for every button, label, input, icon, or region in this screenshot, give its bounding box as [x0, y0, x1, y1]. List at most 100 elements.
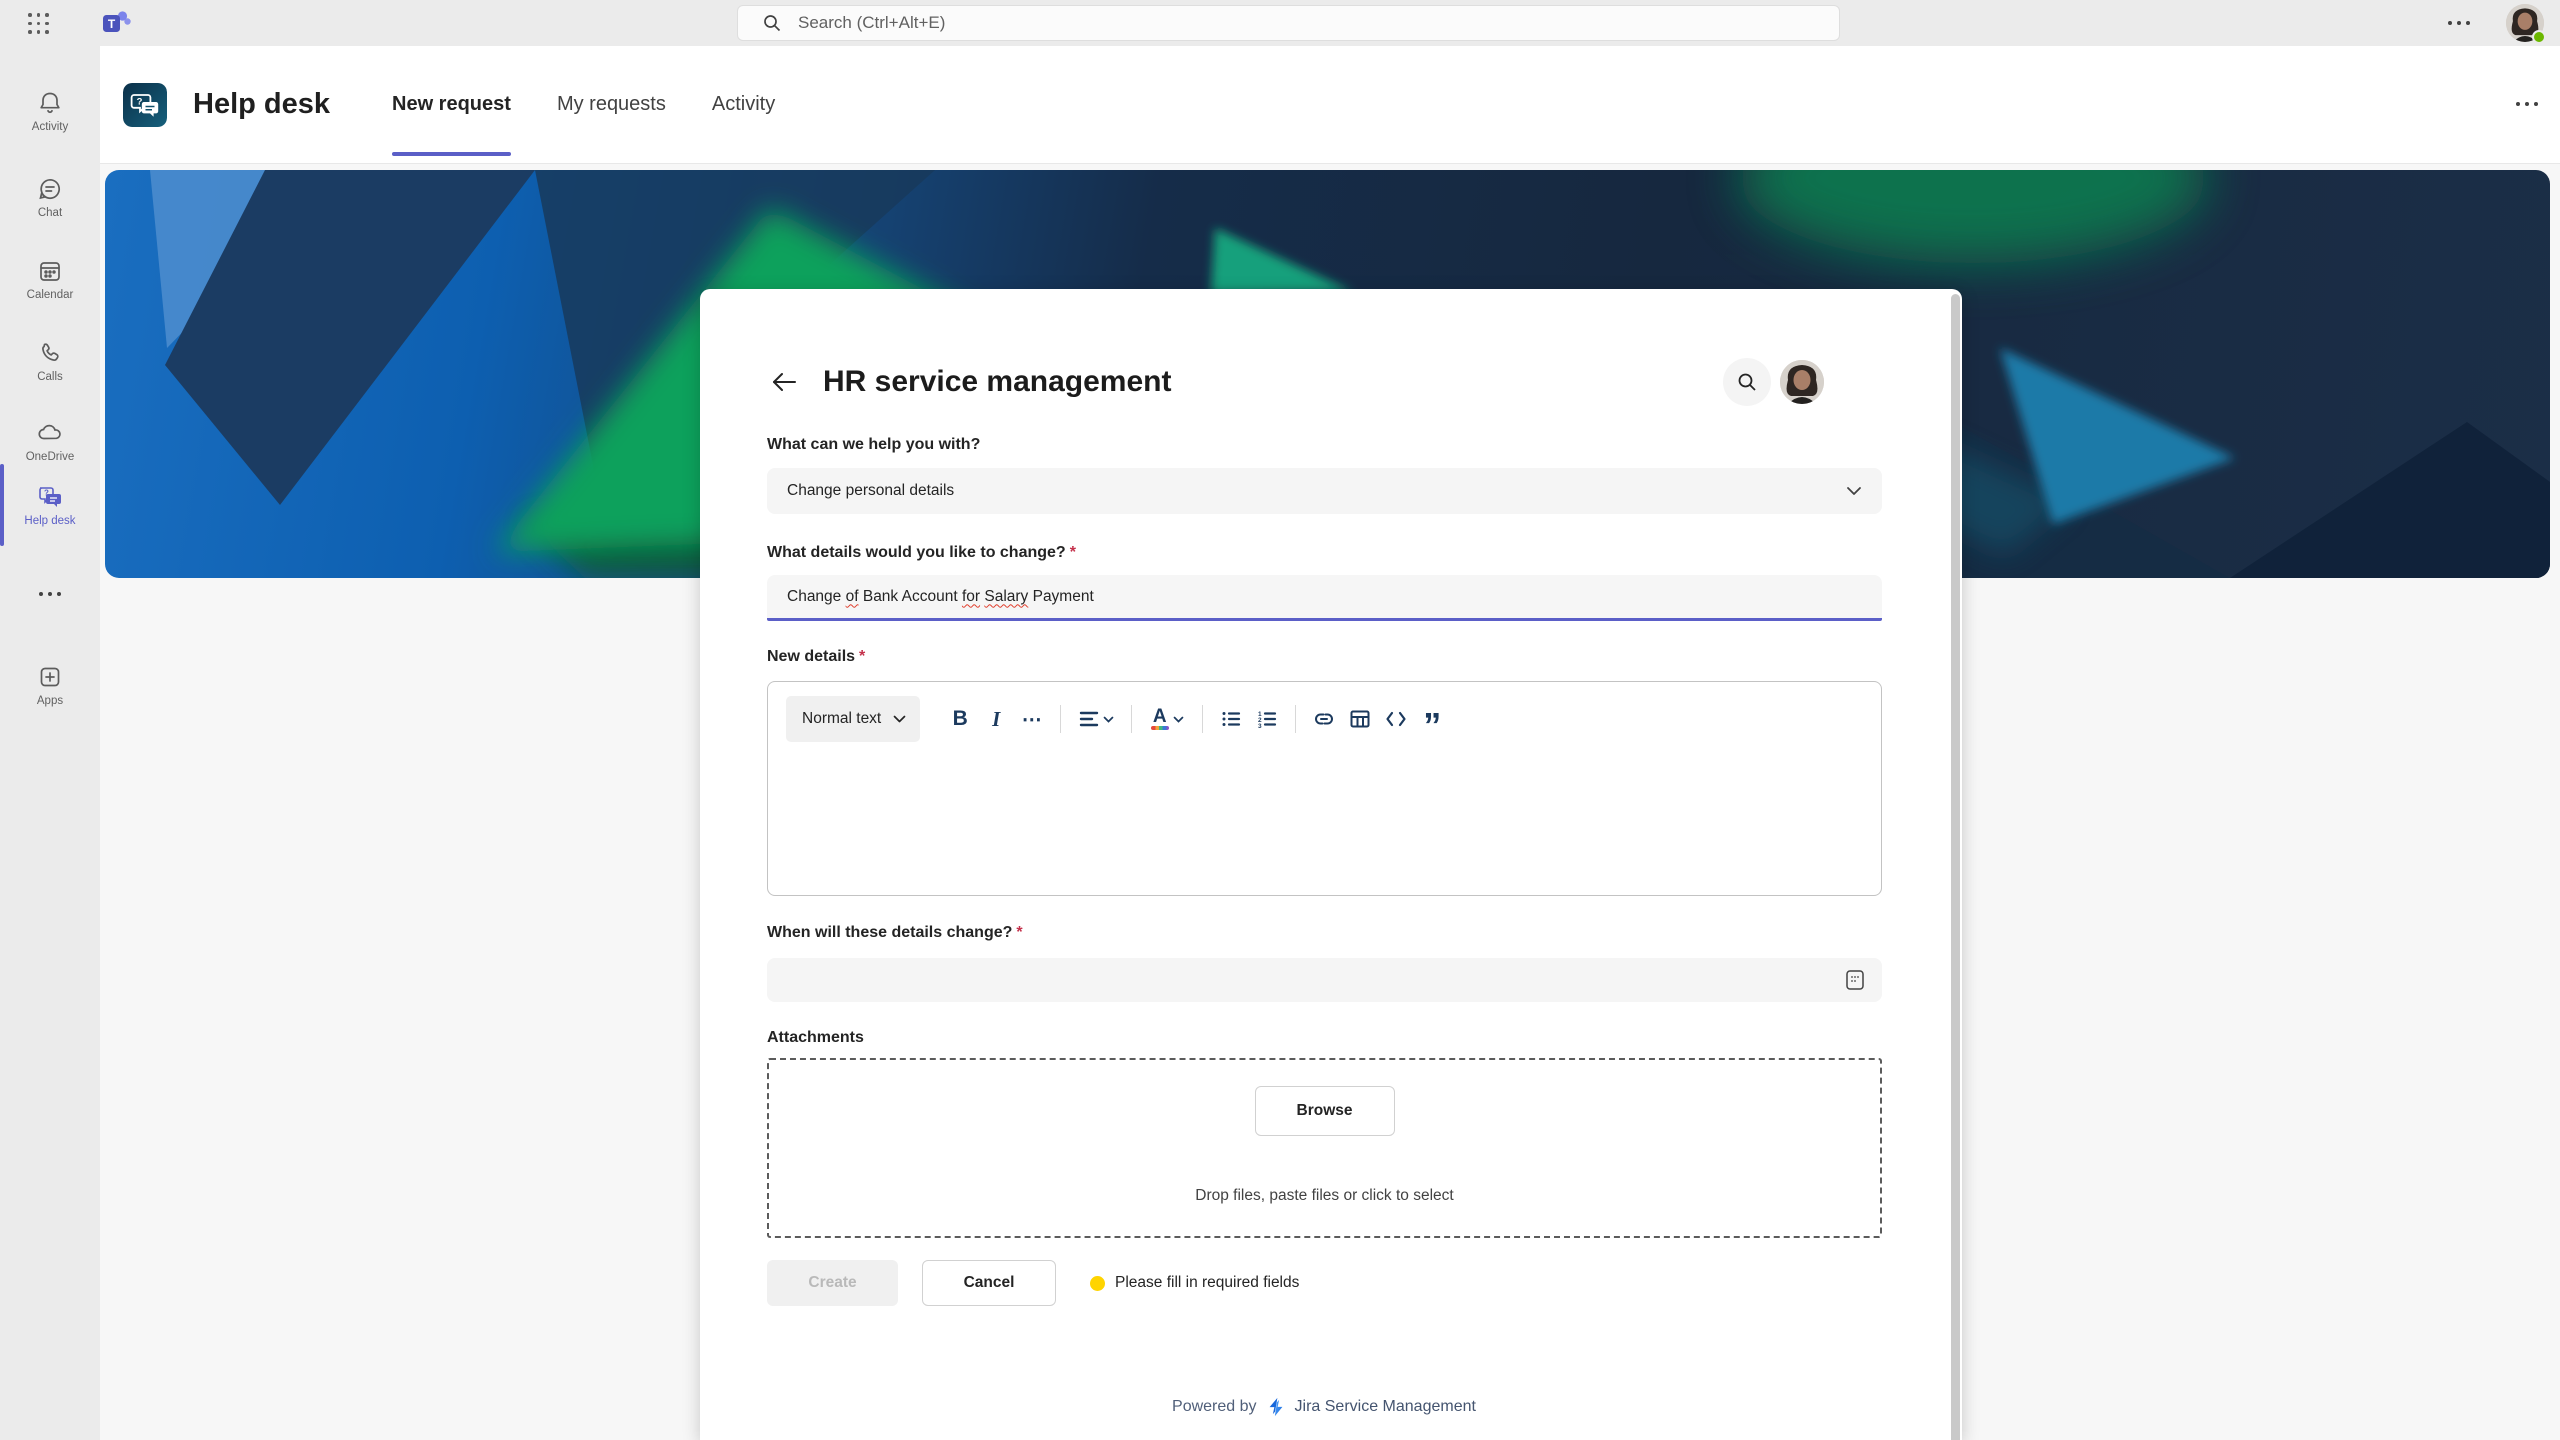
help-desk-icon: ?: [36, 484, 64, 510]
sidebar-item-label: Help desk: [24, 515, 75, 527]
more-options-icon[interactable]: [2448, 21, 2470, 25]
italic-button[interactable]: I: [978, 699, 1014, 739]
quote-button[interactable]: ”: [1414, 699, 1450, 739]
search-bar[interactable]: [737, 5, 1840, 41]
sidebar-item-apps[interactable]: Apps: [0, 652, 100, 718]
help-topic-dropdown[interactable]: Change personal details: [767, 468, 1882, 514]
browse-button[interactable]: Browse: [1255, 1086, 1395, 1136]
required-asterisk: *: [1070, 544, 1076, 561]
apps-plus-icon: [37, 664, 63, 690]
rich-text-editor[interactable]: Normal text B I ⋯ A: [767, 681, 1882, 896]
app-launcher-icon[interactable]: [28, 13, 50, 35]
svg-text:T: T: [108, 17, 116, 31]
input-value: Change of Bank Account for Salary Paymen…: [787, 588, 1094, 606]
attachments-label: Attachments: [767, 1029, 864, 1047]
sidebar-item-calendar[interactable]: Calendar: [0, 246, 100, 312]
align-lines-icon: [1079, 710, 1099, 728]
tab-activity[interactable]: Activity: [712, 46, 775, 164]
dropzone-hint-text: Drop files, paste files or click to sele…: [769, 1187, 1880, 1205]
app-rail-sidebar: Activity Chat Calendar Calls OneDrive ?: [0, 46, 100, 1440]
form-actions: Create Cancel Please fill in required fi…: [767, 1260, 1299, 1306]
table-icon: [1350, 710, 1370, 728]
date-question-label: When will these details change?*: [767, 924, 1023, 942]
bullet-list-button[interactable]: [1213, 699, 1249, 739]
text-color-icon: A: [1151, 708, 1169, 730]
scrollbar-thumb[interactable]: [1951, 294, 1960, 1440]
toolbar-divider: [1060, 705, 1061, 733]
details-text-input[interactable]: Change of Bank Account for Salary Paymen…: [767, 575, 1882, 621]
calendar-icon: [37, 258, 63, 284]
chevron-down-icon: [1103, 716, 1114, 723]
phone-icon: [37, 340, 63, 366]
active-tab-underline: [392, 152, 511, 156]
teams-logo-icon: T: [101, 8, 131, 38]
sidebar-item-calls[interactable]: Calls: [0, 328, 100, 394]
jira-product-name: Jira Service Management: [1295, 1398, 1476, 1416]
chevron-down-icon: [893, 715, 906, 723]
presence-status-available: [2532, 30, 2546, 44]
link-button[interactable]: [1306, 699, 1342, 739]
text-color-dropdown[interactable]: A: [1142, 699, 1192, 739]
code-button[interactable]: [1378, 699, 1414, 739]
search-icon: [762, 13, 782, 33]
active-item-indicator: [0, 464, 4, 546]
form-header: HR service management: [767, 357, 1895, 407]
create-button[interactable]: Create: [767, 1260, 898, 1306]
sidebar-item-label: Calls: [37, 371, 63, 383]
numbered-list-icon: 1 2 3: [1257, 710, 1277, 728]
help-desk-header: ? Help desk New request My requests Acti…: [100, 46, 2560, 164]
back-button[interactable]: [767, 365, 801, 399]
help-question-label: What can we help you with?: [767, 436, 980, 454]
date-input[interactable]: [767, 958, 1882, 1002]
more-formatting-icon[interactable]: ⋯: [1014, 699, 1050, 739]
more-apps-icon[interactable]: [0, 592, 100, 596]
validation-warning-dot: [1090, 1276, 1105, 1291]
text-style-dropdown[interactable]: Normal text: [786, 696, 920, 742]
search-input[interactable]: [798, 13, 1698, 33]
attachments-dropzone[interactable]: Browse Drop files, paste files or click …: [767, 1058, 1882, 1238]
card-scrollbar: [1948, 289, 1962, 1440]
alignment-dropdown[interactable]: [1071, 699, 1121, 739]
sidebar-item-help-desk[interactable]: ? Help desk: [0, 472, 100, 538]
app-title: Help desk: [193, 88, 330, 121]
editor-toolbar: Normal text B I ⋯ A: [786, 696, 1450, 742]
app-more-options-icon[interactable]: [2516, 102, 2538, 106]
chevron-down-icon: [1846, 486, 1862, 496]
sidebar-item-activity[interactable]: Activity: [0, 78, 100, 144]
sidebar-item-chat[interactable]: Chat: [0, 164, 100, 230]
search-icon: [1736, 371, 1758, 393]
bold-button[interactable]: B: [942, 699, 978, 739]
toolbar-divider: [1202, 705, 1203, 733]
required-asterisk: *: [859, 648, 865, 665]
help-desk-app-icon: ?: [123, 83, 167, 127]
requester-avatar[interactable]: [1780, 360, 1824, 404]
details-question-label: What details would you like to change?*: [767, 544, 1076, 562]
sidebar-item-label: Apps: [37, 695, 63, 707]
sidebar-item-label: Calendar: [27, 289, 74, 301]
sidebar-item-label: Chat: [38, 207, 62, 219]
form-title: HR service management: [823, 365, 1172, 399]
jira-logo-icon: [1265, 1396, 1287, 1418]
cancel-button[interactable]: Cancel: [922, 1260, 1056, 1306]
powered-by-text: Powered by: [1172, 1398, 1257, 1416]
request-form-card: HR service management What can we help y…: [700, 289, 1962, 1440]
code-icon: [1385, 710, 1407, 728]
powered-by-footer: Powered by Jira Service Management: [700, 1396, 1948, 1418]
numbered-list-button[interactable]: 1 2 3: [1249, 699, 1285, 739]
bullet-list-icon: [1221, 710, 1241, 728]
form-search-button[interactable]: [1723, 358, 1771, 406]
tab-new-request[interactable]: New request: [392, 46, 511, 164]
table-button[interactable]: [1342, 699, 1378, 739]
validation-message: Please fill in required fields: [1115, 1274, 1299, 1292]
app-content-area: ? Help desk New request My requests Acti…: [100, 46, 2560, 1440]
back-arrow-icon: [770, 370, 798, 394]
calendar-picker-icon: [1842, 967, 1868, 993]
svg-text:?: ?: [137, 96, 143, 107]
sidebar-item-onedrive[interactable]: OneDrive: [0, 408, 100, 474]
required-asterisk: *: [1016, 924, 1022, 941]
svg-text:3: 3: [1258, 723, 1262, 728]
toolbar-divider: [1131, 705, 1132, 733]
toolbar-divider: [1295, 705, 1296, 733]
tab-my-requests[interactable]: My requests: [557, 46, 666, 164]
sidebar-item-label: OneDrive: [26, 451, 75, 463]
